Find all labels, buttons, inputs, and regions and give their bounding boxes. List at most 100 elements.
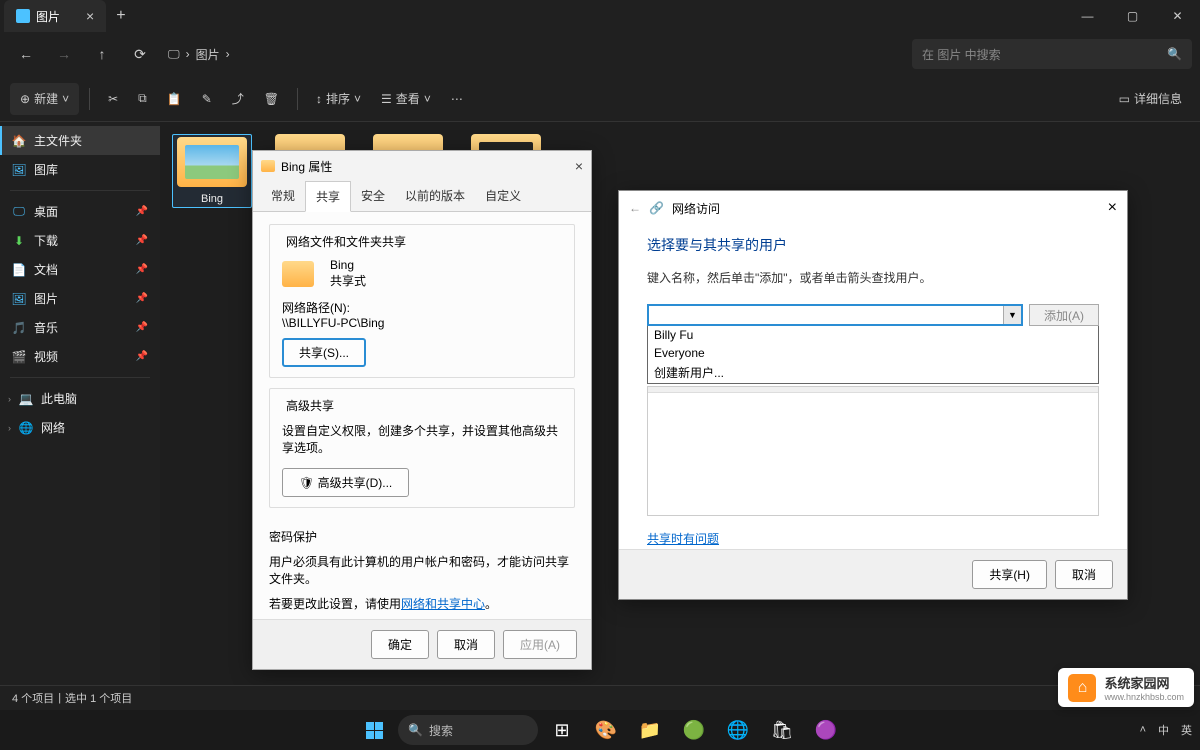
pin-icon: 📌 [136, 293, 148, 304]
start-button[interactable] [354, 710, 394, 750]
sort-button[interactable]: ↕ 排序 ˅ [308, 83, 369, 115]
delete-button[interactable]: 🗑 [256, 83, 287, 115]
taskbar-search[interactable]: 🔍搜索 [398, 715, 538, 745]
pin-icon: 📌 [136, 206, 148, 217]
view-button[interactable]: ☰ 查看 ˅ [373, 83, 439, 115]
watermark-badge: ⌂ 系统家园网 www.hnzkhbsb.com [1058, 668, 1194, 707]
network-icon: 🌐 [19, 421, 33, 435]
rename-button[interactable]: ✎ [194, 83, 220, 115]
tab-share[interactable]: 共享 [305, 181, 351, 212]
add-button[interactable]: 添加(A) [1029, 304, 1099, 326]
properties-dialog: Bing 属性 × 常规 共享 安全 以前的版本 自定义 网络文件和文件夹共享 … [252, 150, 592, 670]
tab-previous[interactable]: 以前的版本 [395, 181, 475, 211]
taskbar-app[interactable]: 🟣 [806, 710, 846, 750]
sidebar-item-network[interactable]: ›🌐网络 [0, 413, 160, 442]
share-submit-button[interactable]: 共享(H) [972, 560, 1047, 589]
music-icon: 🎵 [12, 321, 26, 335]
ime-indicator[interactable]: 中 [1158, 722, 1169, 738]
advanced-share-button[interactable]: 🛡 高级共享(D)... [282, 468, 409, 497]
sidebar-item-documents[interactable]: 📄文档📌 [0, 255, 160, 284]
copy-button[interactable]: ⧉ [130, 83, 155, 115]
item-count: 4 个项目 [12, 690, 54, 706]
ok-button[interactable]: 确定 [371, 630, 429, 659]
refresh-button[interactable]: ⟳ [122, 36, 158, 72]
cancel-button[interactable]: 取消 [1055, 560, 1113, 589]
network-center-link[interactable]: 网络和共享中心 [401, 597, 485, 611]
shield-icon: 🛡 [299, 476, 314, 490]
details-pane-button[interactable]: ▭ 详细信息 [1111, 83, 1190, 115]
folder-mini-icon [261, 160, 275, 172]
new-tab-button[interactable]: + [106, 7, 135, 25]
tab-pictures[interactable]: 图片 × [4, 0, 106, 32]
trouble-link[interactable]: 共享时有问题 [647, 532, 719, 546]
pin-icon: 📌 [136, 351, 148, 362]
taskbar-app[interactable]: 🟢 [674, 710, 714, 750]
user-input[interactable] [649, 306, 1003, 324]
dropdown-option[interactable]: Billy Fu [648, 326, 1098, 344]
file-explorer-icon[interactable]: 📁 [630, 710, 670, 750]
netpath-value: \\BILLYFU-PC\Bing [282, 316, 562, 330]
back-icon[interactable]: ← [629, 201, 641, 215]
close-icon[interactable]: × [1108, 199, 1117, 217]
netpath-label: 网络路径(N): [282, 299, 562, 316]
up-button[interactable]: ↑ [84, 36, 120, 72]
pc-icon: 💻 [19, 392, 33, 406]
tab-general[interactable]: 常规 [261, 181, 305, 211]
taskbar: 🔍搜索 ⊞ 🎨 📁 🟢 🌐 🛍 🟣 ˄ 中 英 [0, 710, 1200, 750]
edge-icon[interactable]: 🌐 [718, 710, 758, 750]
close-window-button[interactable]: ✕ [1155, 0, 1200, 32]
close-tab-icon[interactable]: × [86, 8, 94, 24]
share-state: 共享式 [330, 272, 366, 289]
cancel-button[interactable]: 取消 [437, 630, 495, 659]
sidebar-item-gallery[interactable]: 🖼图库 [0, 155, 160, 184]
search-input[interactable]: 在 图片 中搜索 🔍 [912, 39, 1192, 69]
sidebar-item-home[interactable]: 🏠主文件夹 [0, 126, 160, 155]
minimize-button[interactable]: — [1065, 0, 1110, 32]
maximize-button[interactable]: ▢ [1110, 0, 1155, 32]
sidebar-item-thispc[interactable]: ›💻此电脑 [0, 384, 160, 413]
section-password: 密码保护 [269, 528, 575, 545]
task-view-button[interactable]: ⊞ [542, 710, 582, 750]
user-combobox[interactable]: ▼ [647, 304, 1023, 326]
sidebar-item-pictures[interactable]: 🖼图片📌 [0, 284, 160, 313]
dialog-heading: 选择要与其共享的用户 [647, 235, 1099, 255]
tab-custom[interactable]: 自定义 [475, 181, 531, 211]
apply-button[interactable]: 应用(A) [503, 630, 577, 659]
dropdown-option[interactable]: Everyone [648, 344, 1098, 362]
selected-count: 选中 1 个项目 [65, 690, 132, 706]
tab-title: 图片 [36, 8, 60, 25]
close-icon[interactable]: × [575, 158, 583, 174]
pin-icon: 📌 [136, 322, 148, 333]
folder-bing[interactable]: Bing [172, 134, 252, 208]
tab-security[interactable]: 安全 [351, 181, 395, 211]
adv-share-desc: 设置自定义权限，创建多个共享，并设置其他高级共享选项。 [282, 422, 562, 456]
back-button[interactable]: ← [8, 36, 44, 72]
tray-chevron-icon[interactable]: ˄ [1140, 724, 1146, 736]
sidebar-item-downloads[interactable]: ⬇下载📌 [0, 226, 160, 255]
cut-button[interactable]: ✂ [100, 83, 126, 115]
crumb-pictures[interactable]: 图片 [196, 46, 220, 63]
sidebar-item-desktop[interactable]: 🖵桌面📌 [0, 197, 160, 226]
share-button[interactable]: 共享(S)... [282, 338, 366, 367]
new-button[interactable]: ⊕ 新建 ˅ [10, 83, 79, 115]
monitor-icon: 🖵 [168, 47, 180, 62]
chevron-down-icon[interactable]: ▼ [1003, 306, 1021, 324]
folder-icon [177, 137, 247, 187]
more-button[interactable]: ⋯ [443, 83, 471, 115]
taskbar-app[interactable]: 🎨 [586, 710, 626, 750]
sidebar-item-music[interactable]: 🎵音乐📌 [0, 313, 160, 342]
lang-indicator[interactable]: 英 [1181, 722, 1192, 738]
share-button[interactable]: ⤴ [224, 83, 252, 115]
share-user-list[interactable] [647, 386, 1099, 516]
pictures-icon: 🖼 [12, 292, 26, 306]
toolbar: ⊕ 新建 ˅ ✂ ⧉ 📋 ✎ ⤴ 🗑 ↕ 排序 ˅ ☰ 查看 ˅ ⋯ ▭ 详细信… [0, 76, 1200, 122]
sidebar-item-videos[interactable]: 🎬视频📌 [0, 342, 160, 371]
dialog-titlebar[interactable]: ← 🔗 网络访问 × [619, 191, 1127, 225]
store-icon[interactable]: 🛍 [762, 710, 802, 750]
paste-button[interactable]: 📋 [159, 83, 190, 115]
dropdown-option[interactable]: 创建新用户... [648, 362, 1098, 383]
breadcrumb[interactable]: 🖵 › 图片 › [168, 46, 230, 63]
dialog-titlebar[interactable]: Bing 属性 × [253, 151, 591, 181]
forward-button[interactable]: → [46, 36, 82, 72]
user-dropdown: Billy Fu Everyone 创建新用户... [647, 326, 1099, 384]
